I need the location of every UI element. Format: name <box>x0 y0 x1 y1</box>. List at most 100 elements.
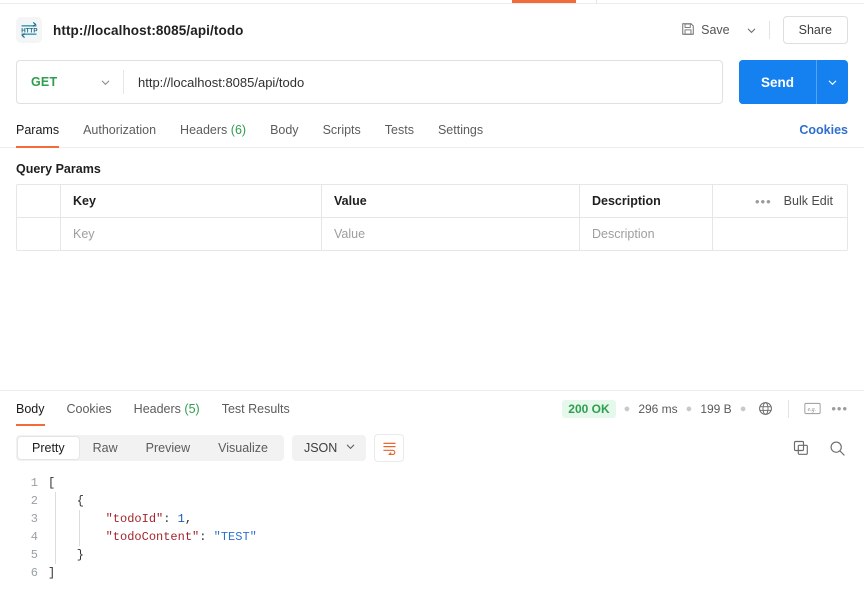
tab-headers[interactable]: Headers (6) <box>180 112 246 147</box>
tab-strip <box>0 0 864 4</box>
code-lines: [ { "todoId": 1, "todoContent": "TEST" }… <box>48 474 864 582</box>
code-line: "todoId": 1, <box>105 512 193 526</box>
indent-guide <box>55 492 56 564</box>
response-tab-body[interactable]: Body <box>16 391 45 426</box>
line-number: 2 <box>30 494 38 508</box>
meta-dot: ● <box>739 402 747 415</box>
meta-divider <box>788 399 790 418</box>
meta-dot: ● <box>685 402 693 415</box>
indent-guide <box>79 510 80 546</box>
save-button[interactable]: Save <box>672 17 739 44</box>
tab-tests-label: Tests <box>384 122 414 137</box>
svg-text:HTTP: HTTP <box>21 27 37 34</box>
row-tools <box>713 218 847 250</box>
url-bar: GET <box>16 60 723 104</box>
cookies-link[interactable]: Cookies <box>799 123 848 137</box>
tab-headers-label: Headers <box>180 122 228 137</box>
tab-headers-count: (6) <box>230 122 247 137</box>
view-mode-preview[interactable]: Preview <box>132 437 204 459</box>
chevron-down-icon <box>747 28 756 33</box>
search-icon[interactable] <box>826 437 848 459</box>
response-body-viewer[interactable]: 1 2 3 4 5 6 [ { "todoId": 1, "todoConten… <box>0 468 864 582</box>
save-response-icon[interactable]: e.g. <box>801 398 823 420</box>
copy-icon[interactable] <box>790 437 812 459</box>
tab-separator <box>596 0 597 4</box>
share-button[interactable]: Share <box>782 16 848 44</box>
url-bar-row: GET Send <box>0 60 864 104</box>
request-response-gap <box>0 251 864 390</box>
bulk-edit-button[interactable]: Bulk Edit <box>784 194 833 208</box>
line-number-gutter: 1 2 3 4 5 6 <box>0 474 48 582</box>
url-input[interactable] <box>124 61 722 103</box>
request-tabs: Params Authorization Headers (6) Body Sc… <box>0 112 864 148</box>
response-body-toolbar: Pretty Raw Preview Visualize JSON <box>0 426 864 468</box>
line-number: 5 <box>30 548 38 562</box>
ellipsis-icon[interactable]: ••• <box>755 195 772 208</box>
response-more-icon[interactable]: ••• <box>831 402 848 415</box>
code-line: } <box>48 548 85 562</box>
column-header-key: Key <box>61 185 322 217</box>
line-number: 4 <box>30 530 38 544</box>
meta-dot: ● <box>623 402 631 415</box>
view-mode-group: Pretty Raw Preview Visualize <box>16 435 284 461</box>
column-header-value: Value <box>322 185 580 217</box>
column-header-description: Description <box>580 185 713 217</box>
save-options-button[interactable] <box>739 17 765 43</box>
tab-authorization[interactable]: Authorization <box>83 112 156 147</box>
body-toolbar-actions <box>790 437 848 459</box>
http-method-label: GET <box>31 75 58 89</box>
tab-body[interactable]: Body <box>270 112 299 147</box>
send-button-group: Send <box>738 60 848 104</box>
view-mode-visualize[interactable]: Visualize <box>204 437 282 459</box>
chevron-down-icon <box>345 441 356 455</box>
response-meta: 200 OK ● 296 ms ● 199 B ● e.g. ••• <box>562 398 848 420</box>
response-time: 296 ms <box>638 401 678 416</box>
code-line: ] <box>48 566 56 580</box>
response-tab-cookies-label: Cookies <box>66 401 112 416</box>
tab-scripts[interactable]: Scripts <box>323 112 361 147</box>
response-tab-body-label: Body <box>16 401 45 416</box>
format-select[interactable]: JSON <box>291 435 367 461</box>
response-tab-test-results[interactable]: Test Results <box>222 391 290 426</box>
globe-icon[interactable] <box>754 398 776 420</box>
select-all-checkbox-cell[interactable] <box>17 185 61 217</box>
tab-settings[interactable]: Settings <box>438 112 483 147</box>
http-icon: HTTP <box>16 17 42 43</box>
http-method-select[interactable]: GET <box>17 61 123 103</box>
send-options-button[interactable] <box>816 60 848 104</box>
header-divider <box>768 21 770 39</box>
response-tab-cookies[interactable]: Cookies <box>67 391 112 426</box>
response-size: 199 B <box>700 401 732 416</box>
response-tab-test-results-label: Test Results <box>221 401 290 416</box>
svg-text:e.g.: e.g. <box>807 407 816 413</box>
send-button[interactable]: Send <box>738 60 816 104</box>
tab-body-label: Body <box>270 122 299 137</box>
code-line: [ <box>48 476 56 490</box>
tab-authorization-label: Authorization <box>83 122 157 137</box>
table-row: Key Value Description <box>17 218 847 250</box>
response-tabs: Body Cookies Headers (5) Test Results 20… <box>0 391 864 426</box>
view-mode-pretty[interactable]: Pretty <box>18 437 79 459</box>
query-params-title: Query Params <box>16 162 101 176</box>
response-tab-headers-count: (5) <box>184 401 200 416</box>
code-line: { <box>48 494 85 508</box>
tab-params[interactable]: Params <box>16 112 60 148</box>
view-mode-raw[interactable]: Raw <box>79 437 132 459</box>
line-number: 3 <box>30 512 38 526</box>
status-badge: 200 OK <box>562 399 616 418</box>
response-tab-headers-label: Headers <box>133 401 181 416</box>
code-line: "todoContent": "TEST" <box>105 530 257 544</box>
param-description-input[interactable]: Description <box>580 218 713 250</box>
floppy-disk-icon <box>681 22 695 39</box>
tab-tests[interactable]: Tests <box>385 112 414 147</box>
row-checkbox-cell[interactable] <box>17 218 61 250</box>
format-label: JSON <box>303 441 338 455</box>
param-key-input[interactable]: Key <box>61 218 322 250</box>
line-number: 6 <box>30 566 38 580</box>
param-value-input[interactable]: Value <box>322 218 580 250</box>
chevron-down-icon <box>100 77 111 88</box>
query-params-table: Key Value Description ••• Bulk Edit Key … <box>16 184 848 251</box>
active-tab-indicator <box>512 0 576 3</box>
response-tab-headers[interactable]: Headers (5) <box>134 391 200 426</box>
word-wrap-icon[interactable] <box>374 434 405 462</box>
